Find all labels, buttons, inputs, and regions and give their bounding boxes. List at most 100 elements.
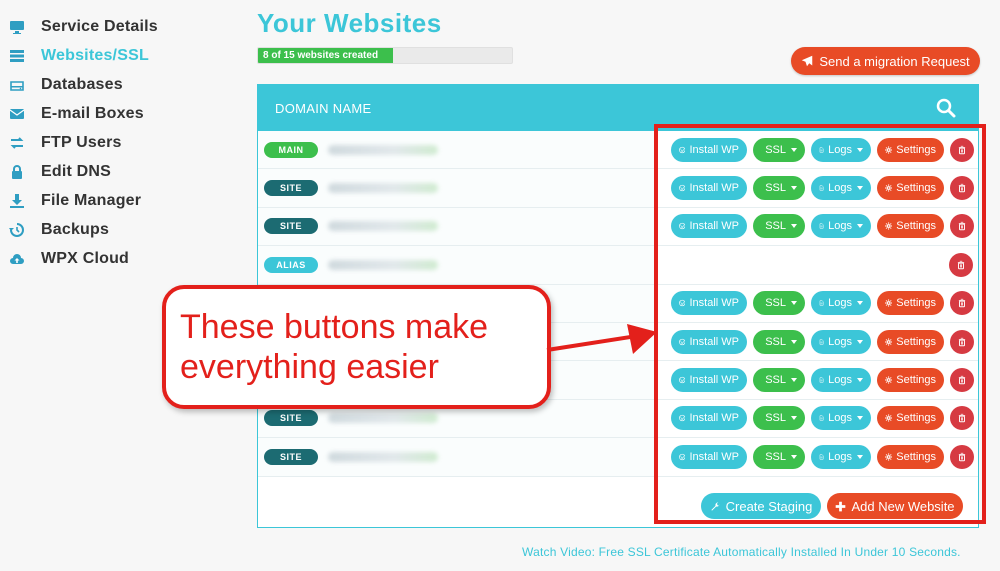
row-actions: Install WP SSL Logs Settings <box>671 169 974 206</box>
sidebar-item-label: E-mail Boxes <box>41 104 144 122</box>
sidebar-item-websites-ssl[interactable]: Websites/SSL <box>8 41 208 70</box>
logs-label: Logs <box>828 412 852 425</box>
domain-name-blurred[interactable] <box>328 144 438 155</box>
sidebar-item-service-details[interactable]: Service Details <box>8 12 208 41</box>
sidebar-item-label: FTP Users <box>41 133 122 151</box>
settings-button[interactable]: Settings <box>877 291 944 316</box>
add-new-website-button[interactable]: Add New Website <box>827 493 963 519</box>
ssl-dropdown-button[interactable]: SSL <box>753 444 805 469</box>
trash-icon <box>958 337 966 346</box>
delete-button[interactable] <box>950 406 974 431</box>
row-actions: Install WP SSL Logs Settings <box>671 285 974 322</box>
sidebar-item-label: WPX Cloud <box>41 249 130 267</box>
settings-button[interactable]: Settings <box>877 406 944 431</box>
install-wp-label: Install WP <box>689 412 739 425</box>
logs-dropdown-button[interactable]: Logs <box>811 406 871 431</box>
ssl-dropdown-button[interactable]: SSL <box>753 329 805 354</box>
site-type-badge: MAIN <box>264 141 318 158</box>
domain-name-blurred[interactable] <box>328 183 438 194</box>
delete-button[interactable] <box>950 444 974 469</box>
trash-icon <box>958 145 966 154</box>
settings-button[interactable]: Settings <box>877 329 944 354</box>
domain-name-blurred[interactable] <box>328 259 438 270</box>
site-type-badge: SITE <box>264 180 318 197</box>
settings-button[interactable]: Settings <box>877 214 944 239</box>
logs-dropdown-button[interactable]: Logs <box>811 214 871 239</box>
settings-button[interactable]: Settings <box>877 176 944 201</box>
domain-name-blurred[interactable] <box>328 221 438 232</box>
ssl-dropdown-button[interactable]: SSL <box>753 406 805 431</box>
trash-icon <box>958 375 966 385</box>
table-row: MAIN Install WP SSL Logs Settings <box>258 131 978 170</box>
logs-dropdown-button[interactable]: Logs <box>811 176 871 201</box>
caret-down-icon <box>857 147 863 152</box>
wordpress-icon <box>679 146 686 153</box>
install-wp-label: Install WP <box>689 335 739 348</box>
trash-icon <box>958 452 966 462</box>
ssl-dropdown-button[interactable]: SSL <box>753 137 805 162</box>
sidebar-item-file-manager[interactable]: File Manager <box>8 186 208 215</box>
file-icon <box>819 415 824 421</box>
delete-button[interactable] <box>950 176 974 201</box>
sidebar-item-label: Databases <box>41 75 123 93</box>
ssl-dropdown-button[interactable]: SSL <box>753 368 805 393</box>
domain-cell: SITE <box>258 207 658 246</box>
sidebar-item-ftp-users[interactable]: FTP Users <box>8 128 208 157</box>
logs-dropdown-button[interactable]: Logs <box>811 291 871 316</box>
callout-line-1: These buttons make <box>180 308 489 346</box>
file-icon <box>819 185 824 191</box>
page-title: Your Websites <box>257 8 442 38</box>
gear-icon <box>885 184 893 192</box>
send-migration-request-button[interactable]: Send a migration Request <box>791 47 980 75</box>
ssl-dropdown-button[interactable]: SSL <box>753 291 805 316</box>
install-wp-label: Install WP <box>689 182 739 195</box>
sidebar-item-e-mail-boxes[interactable]: E-mail Boxes <box>8 99 208 128</box>
settings-label: Settings <box>896 143 936 156</box>
install-wp-button[interactable]: Install WP <box>671 368 747 393</box>
logs-dropdown-button[interactable]: Logs <box>811 329 871 354</box>
settings-button[interactable]: Settings <box>877 444 944 469</box>
site-type-badge: SITE <box>264 410 318 427</box>
domain-name-blurred[interactable] <box>328 451 438 462</box>
logs-dropdown-button[interactable]: Logs <box>811 368 871 393</box>
logs-dropdown-button[interactable]: Logs <box>811 137 871 162</box>
trash-icon <box>958 414 966 423</box>
file-icon <box>819 339 824 345</box>
delete-button[interactable] <box>950 291 974 316</box>
settings-button[interactable]: Settings <box>877 137 944 162</box>
delete-button[interactable] <box>949 253 973 278</box>
plus-icon <box>836 501 846 511</box>
delete-button[interactable] <box>950 329 974 354</box>
install-wp-label: Install WP <box>689 143 739 156</box>
domain-name-blurred[interactable] <box>328 413 438 424</box>
sidebar-item-databases[interactable]: Databases <box>8 70 208 99</box>
ssl-dropdown-button[interactable]: SSL <box>753 176 805 201</box>
delete-button[interactable] <box>950 214 974 239</box>
install-wp-button[interactable]: Install WP <box>671 444 747 469</box>
create-staging-button[interactable]: Create Staging <box>701 493 821 519</box>
gear-icon <box>885 299 893 307</box>
logs-label: Logs <box>828 450 852 463</box>
install-wp-button[interactable]: Install WP <box>671 329 747 354</box>
domain-cell: MAIN <box>258 131 658 169</box>
logs-dropdown-button[interactable]: Logs <box>811 444 871 469</box>
install-wp-button[interactable]: Install WP <box>671 406 747 431</box>
gear-icon <box>885 376 893 384</box>
install-wp-button[interactable]: Install WP <box>671 176 747 201</box>
install-wp-button[interactable]: Install WP <box>671 137 747 162</box>
delete-button[interactable] <box>950 137 974 162</box>
ssl-video-link[interactable]: Watch Video: Free SSL Certificate Automa… <box>522 545 961 559</box>
settings-button[interactable]: Settings <box>877 368 944 393</box>
ssl-dropdown-button[interactable]: SSL <box>753 214 805 239</box>
search-icon[interactable] <box>936 98 956 118</box>
sidebar-item-wpx-cloud[interactable]: WPX Cloud <box>8 244 208 273</box>
install-wp-button[interactable]: Install WP <box>671 214 747 239</box>
settings-label: Settings <box>896 412 936 425</box>
delete-button[interactable] <box>950 368 974 393</box>
sidebar-item-label: Service Details <box>41 17 158 35</box>
sidebar-item-backups[interactable]: Backups <box>8 215 208 244</box>
domain-cell: SITE <box>258 438 658 476</box>
wordpress-icon <box>679 453 686 460</box>
sidebar-item-edit-dns[interactable]: Edit DNS <box>8 157 208 186</box>
install-wp-button[interactable]: Install WP <box>671 291 747 316</box>
